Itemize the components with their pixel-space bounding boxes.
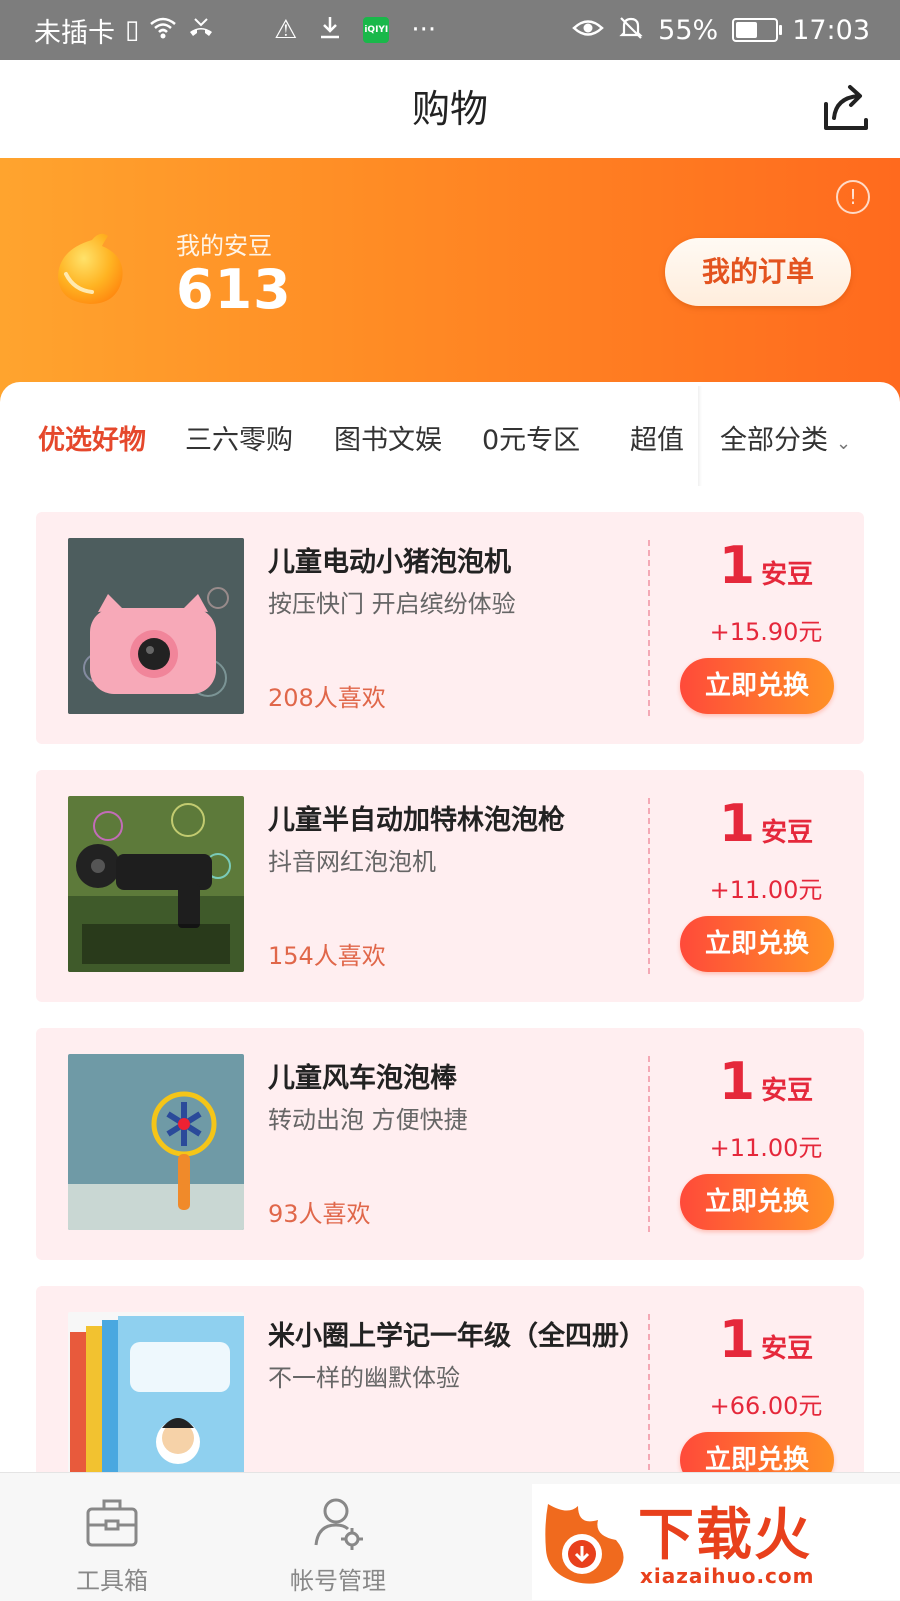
- tab-books-media[interactable]: 图书文娱: [334, 418, 442, 457]
- card-divider: [648, 1314, 650, 1472]
- product-name: 儿童半自动加特林泡泡枪: [268, 805, 565, 836]
- product-likes: 154人喜欢: [268, 942, 386, 970]
- product-likes: 208人喜欢: [268, 684, 386, 712]
- watermark-text: 下载火: [638, 1503, 812, 1568]
- share-icon: [824, 85, 868, 130]
- battery-fill: [736, 22, 758, 38]
- card-divider: [648, 798, 650, 974]
- product-description: 按压快门 开启缤纷体验: [268, 590, 516, 618]
- bean-banner: ! 我的安豆 613 我的订单: [0, 158, 900, 418]
- product-description: 不一样的幽默体验: [268, 1364, 460, 1392]
- share-button[interactable]: [818, 80, 874, 136]
- product-panel: 优选好物 三六零购 图书文娱 0元专区 超值 全部分类 ⌄ 儿童电动小猪泡泡机 …: [0, 382, 900, 1472]
- price-value: 1: [718, 794, 756, 854]
- tab-featured[interactable]: 优选好物: [38, 418, 146, 457]
- sim-alert-icon: ▯: [125, 15, 140, 45]
- product-name: 儿童电动小猪泡泡机: [268, 547, 511, 578]
- all-categories-label: 全部分类: [720, 425, 828, 456]
- chevron-down-icon: ⌄: [836, 433, 852, 454]
- product-likes: 93人喜欢: [268, 1200, 371, 1228]
- price-extra-cash: +11.00元: [709, 876, 823, 904]
- more-dots-icon: ···: [411, 15, 437, 45]
- status-left: 未插卡 ▯: [34, 0, 215, 60]
- watermark-url: xiazaihuo.com: [640, 1564, 815, 1588]
- product-card[interactable]: 儿童电动小猪泡泡机 按压快门 开启缤纷体验 208人喜欢 1 安豆 +15.90元…: [36, 512, 864, 744]
- all-categories-dropdown[interactable]: 全部分类 ⌄: [720, 418, 851, 457]
- account-settings-icon: [314, 1498, 363, 1550]
- my-orders-button[interactable]: 我的订单: [665, 238, 851, 306]
- price-value: 1: [718, 1052, 756, 1112]
- price-extra-cash: +66.00元: [709, 1392, 823, 1420]
- product-description: 转动出泡 方便快捷: [268, 1106, 468, 1134]
- tab-zero-yuan[interactable]: 0元专区: [482, 418, 580, 457]
- price-unit: 安豆: [761, 1334, 814, 1364]
- price-extra-cash: +15.90元: [709, 618, 823, 646]
- status-bar: 未插卡 ▯ ⚠ iQIYI ··· 55% 17:03: [0, 0, 900, 60]
- eye-icon: [572, 17, 605, 44]
- product-price: 1 安豆: [666, 1310, 866, 1370]
- product-card[interactable]: 儿童半自动加特林泡泡枪 抖音网红泡泡机 154人喜欢 1 安豆 +11.00元 立…: [36, 770, 864, 1002]
- iqiyi-icon: iQIYI: [363, 17, 390, 43]
- redeem-button[interactable]: 立即兑换: [680, 916, 834, 972]
- product-price: 1 安豆: [666, 794, 866, 854]
- battery-icon: [732, 18, 783, 42]
- category-tabs: 优选好物 三六零购 图书文娱 0元专区 超值 全部分类 ⌄: [0, 382, 900, 500]
- toolbox-icon: [86, 1499, 138, 1547]
- price-value: 1: [718, 536, 756, 596]
- redeem-button[interactable]: 立即兑换: [680, 658, 834, 714]
- tab-360-shop[interactable]: 三六零购: [185, 418, 293, 457]
- nav-account-management[interactable]: 帐号管理: [268, 1473, 408, 1601]
- clock: 17:03: [792, 14, 870, 46]
- product-card[interactable]: 儿童风车泡泡棒 转动出泡 方便快捷 93人喜欢 1 安豆 +11.00元 立即兑换: [36, 1028, 864, 1260]
- tab-value[interactable]: 超值: [630, 418, 684, 457]
- product-image-book-set: [68, 1312, 244, 1472]
- download-icon: [319, 15, 341, 46]
- page-title: 购物: [411, 87, 488, 131]
- price-value: 1: [718, 1310, 756, 1370]
- product-image-pig-bubble-machine: [68, 538, 244, 714]
- title-bar: 购物: [0, 60, 900, 158]
- redeem-button[interactable]: 立即兑换: [680, 1174, 834, 1230]
- nav-account-label: 帐号管理: [290, 1567, 386, 1595]
- bean-label: 我的安豆: [176, 232, 272, 260]
- status-notifications: ⚠ iQIYI ···: [274, 0, 436, 60]
- warning-icon: ⚠: [274, 15, 298, 45]
- price-unit: 安豆: [761, 818, 814, 848]
- info-icon[interactable]: !: [836, 180, 870, 214]
- nav-toolbox[interactable]: 工具箱: [42, 1473, 182, 1601]
- watermark: 下载火 xiazaihuo.com: [532, 1484, 900, 1600]
- card-divider: [648, 1056, 650, 1232]
- bean-icon: [58, 233, 123, 304]
- price-extra-cash: +11.00元: [709, 1134, 823, 1162]
- battery-percent: 55%: [658, 14, 719, 46]
- product-name: 米小圈上学记一年级（全四册）: [268, 1321, 646, 1352]
- product-price: 1 安豆: [666, 536, 866, 596]
- redeem-button[interactable]: 立即兑换: [680, 1432, 834, 1472]
- product-image-windmill-bubble-wand: [68, 1054, 244, 1230]
- product-price: 1 安豆: [666, 1052, 866, 1112]
- missed-call-icon: [187, 16, 215, 45]
- status-right: 55% 17:03: [572, 0, 870, 60]
- watermark-flame-logo: [545, 1504, 624, 1584]
- card-divider: [648, 540, 650, 716]
- wifi-icon: [149, 16, 177, 45]
- price-unit: 安豆: [761, 560, 814, 590]
- mute-bell-icon: [618, 15, 644, 46]
- product-card[interactable]: 米小圈上学记一年级（全四册） 不一样的幽默体验 1 安豆 +66.00元 立即兑换: [36, 1286, 864, 1472]
- carrier-text: 未插卡: [34, 17, 115, 49]
- tabs-divider: [698, 386, 702, 486]
- product-image-bubble-gun: [68, 796, 244, 972]
- product-name: 儿童风车泡泡棒: [268, 1063, 457, 1094]
- nav-toolbox-label: 工具箱: [76, 1567, 148, 1595]
- price-unit: 安豆: [761, 1076, 814, 1106]
- product-description: 抖音网红泡泡机: [268, 848, 436, 876]
- bean-count: 613: [176, 258, 292, 321]
